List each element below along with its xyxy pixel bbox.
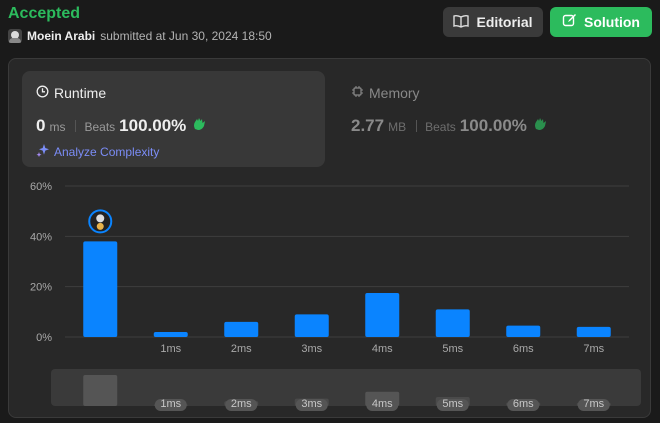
clapping-hands-icon <box>533 117 549 134</box>
book-icon <box>453 14 470 31</box>
submission-info: Moein Arabi submitted at Jun 30, 2024 18… <box>8 29 272 43</box>
submitted-time: submitted at Jun 30, 2024 18:50 <box>100 29 272 43</box>
analyze-complexity-link[interactable]: Analyze Complexity <box>36 143 159 160</box>
y-tick-label: 20% <box>30 282 52 294</box>
chart-bar[interactable] <box>294 314 329 337</box>
brush-bar <box>506 402 541 406</box>
y-tick-label: 0% <box>36 332 52 344</box>
editorial-label: Editorial <box>476 14 533 30</box>
brush-label-pill <box>507 399 540 411</box>
runtime-beats-value: 100.00% <box>119 116 187 135</box>
runtime-panel[interactable]: Runtime 0 ms Beats 100.00% Analyze Compl… <box>22 71 325 167</box>
x-tick-label: 1ms <box>160 343 181 355</box>
runtime-beats-label: Beats <box>84 120 116 134</box>
chart-bar[interactable] <box>153 331 188 337</box>
runtime-unit: ms <box>49 120 66 134</box>
x-tick-label: 5ms <box>442 343 463 355</box>
x-tick-label: 3ms <box>301 343 322 355</box>
runtime-stats: 0 ms Beats 100.00% <box>36 116 208 136</box>
submission-detail-card: Runtime 0 ms Beats 100.00% Analyze Compl… <box>8 58 651 418</box>
runtime-title-label: Runtime <box>54 85 107 101</box>
memory-title-label: Memory <box>369 85 420 101</box>
chart-bar[interactable] <box>83 241 118 337</box>
y-tick-label: 40% <box>30 231 52 243</box>
memory-panel[interactable]: Memory 2.77 MB Beats 100.00% <box>339 71 629 167</box>
avatar[interactable] <box>8 29 22 43</box>
brush-bar <box>576 402 611 406</box>
brush-bar <box>294 398 329 406</box>
chart-bar[interactable] <box>224 321 259 337</box>
range-brush-track[interactable] <box>51 369 641 406</box>
clock-icon <box>36 85 49 101</box>
chart-bar[interactable] <box>365 292 400 337</box>
runtime-title: Runtime <box>36 85 106 101</box>
brush-label-pill <box>366 399 399 411</box>
brush-label-pill <box>577 399 610 411</box>
brush-bar <box>83 375 118 406</box>
brush-tick-label: 1ms <box>160 398 181 410</box>
x-tick-label: 7ms <box>583 343 604 355</box>
brush-label-pill <box>295 399 328 411</box>
solution-button[interactable]: Solution <box>550 7 652 37</box>
brush-label-pill <box>154 399 187 411</box>
brush-tick-label: 4ms <box>372 398 393 410</box>
brush-tick-label: 6ms <box>513 398 534 410</box>
brush-tick-label: 2ms <box>231 398 252 410</box>
brush-tick-label: 5ms <box>442 398 463 410</box>
avatar-head-icon <box>96 214 105 223</box>
sparkle-icon <box>36 143 50 160</box>
editorial-button[interactable]: Editorial <box>443 7 543 37</box>
x-tick-label: 4ms <box>372 343 393 355</box>
chart-bar[interactable] <box>576 326 611 337</box>
clapping-hands-icon <box>192 117 208 134</box>
brush-label-pill <box>436 399 469 411</box>
solution-label: Solution <box>584 14 640 30</box>
chip-icon <box>351 85 364 101</box>
brush-bar <box>224 401 259 406</box>
memory-value: 2.77 <box>351 116 385 135</box>
submission-status: Accepted <box>8 5 81 22</box>
chart-bar[interactable] <box>506 325 541 337</box>
brush-tick-label: 7ms <box>583 398 604 410</box>
x-tick-label: 2ms <box>231 343 252 355</box>
runtime-value: 0 <box>36 116 46 135</box>
avatar-body-icon <box>96 222 104 230</box>
brush-label-pill <box>225 399 258 411</box>
brush-tick-label: 3ms <box>301 398 322 410</box>
memory-beats-label: Beats <box>425 120 456 134</box>
y-tick-label: 60% <box>30 181 52 193</box>
divider <box>416 120 418 132</box>
brush-bar <box>435 397 470 406</box>
x-tick-label: 6ms <box>513 343 534 355</box>
brush-bar <box>153 404 188 406</box>
chart-bar[interactable] <box>435 309 470 337</box>
analyze-complexity-label: Analyze Complexity <box>54 144 160 159</box>
user-avatar-marker[interactable] <box>88 209 113 234</box>
edit-icon <box>562 13 577 31</box>
submitter-name[interactable]: Moein Arabi <box>27 29 95 43</box>
memory-stats: 2.77 MB Beats 100.00% <box>351 116 549 136</box>
brush-bar <box>365 391 400 406</box>
memory-title: Memory <box>351 85 420 101</box>
memory-beats-value: 100.00% <box>459 116 527 135</box>
memory-unit: MB <box>388 120 407 134</box>
divider <box>75 120 77 132</box>
